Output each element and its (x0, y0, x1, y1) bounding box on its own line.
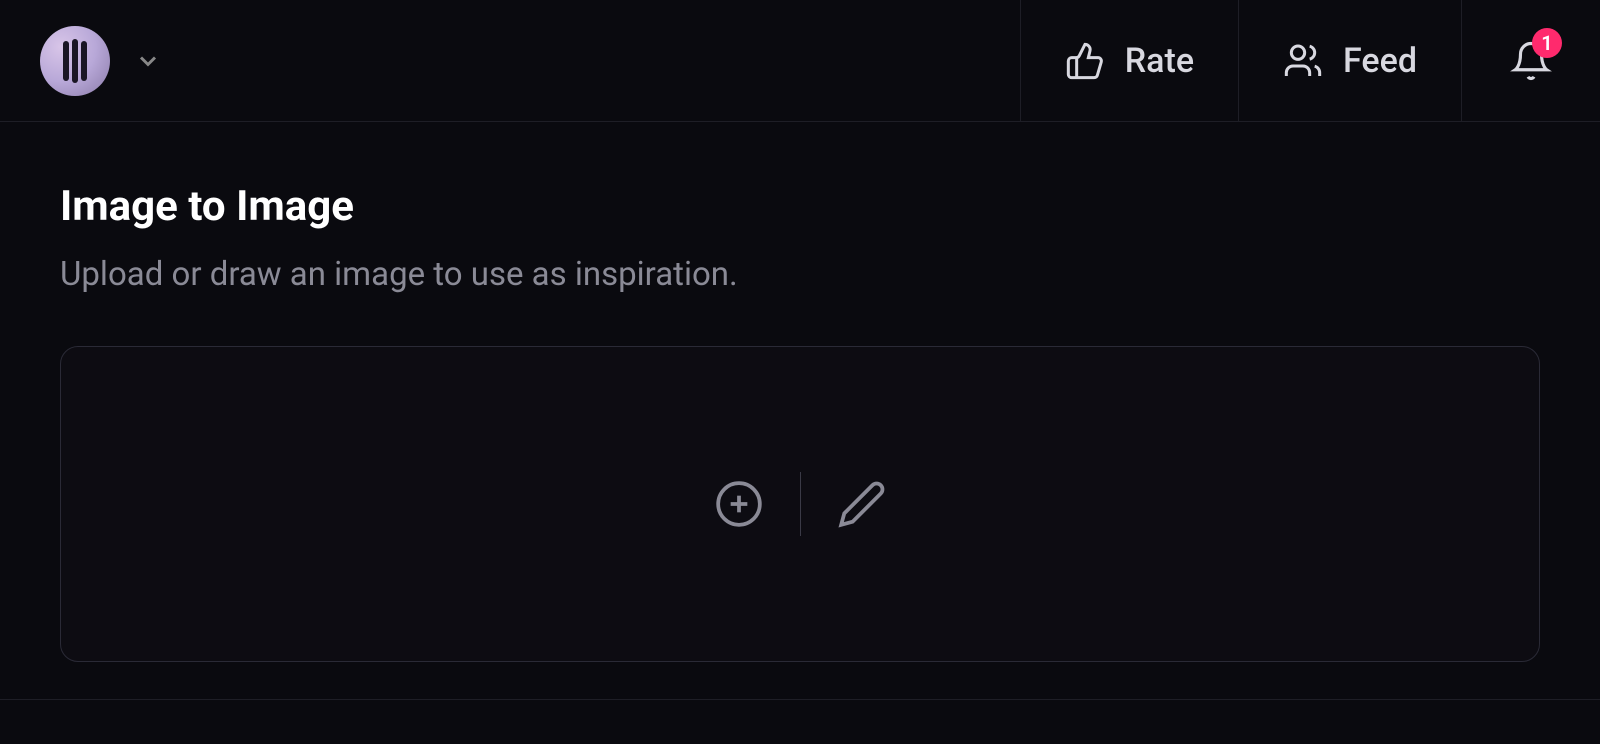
thumbs-up-icon (1065, 41, 1105, 81)
app-logo[interactable] (40, 26, 110, 96)
dropzone-divider (800, 472, 801, 536)
chevron-down-icon[interactable] (134, 47, 162, 75)
page-title: Image to Image (60, 182, 1540, 231)
pencil-icon (837, 479, 887, 529)
logo-icon (57, 39, 93, 83)
notifications-button[interactable]: 1 (1461, 0, 1600, 121)
draw-image-button[interactable] (837, 479, 887, 529)
feed-label: Feed (1343, 41, 1417, 81)
plus-circle-icon (714, 479, 764, 529)
upload-dropzone[interactable] (60, 346, 1540, 662)
page-subtitle: Upload or draw an image to use as inspir… (60, 255, 1540, 294)
header-left (40, 26, 162, 96)
notification-badge: 1 (1532, 28, 1562, 58)
header: Rate Feed 1 (0, 0, 1600, 122)
header-right: Rate Feed 1 (1020, 0, 1600, 121)
feed-button[interactable]: Feed (1238, 0, 1461, 121)
rate-button[interactable]: Rate (1020, 0, 1238, 121)
main-content: Image to Image Upload or draw an image t… (0, 122, 1600, 662)
rate-label: Rate (1125, 41, 1194, 81)
bottom-divider (0, 699, 1600, 700)
add-image-button[interactable] (714, 479, 764, 529)
users-icon (1283, 41, 1323, 81)
